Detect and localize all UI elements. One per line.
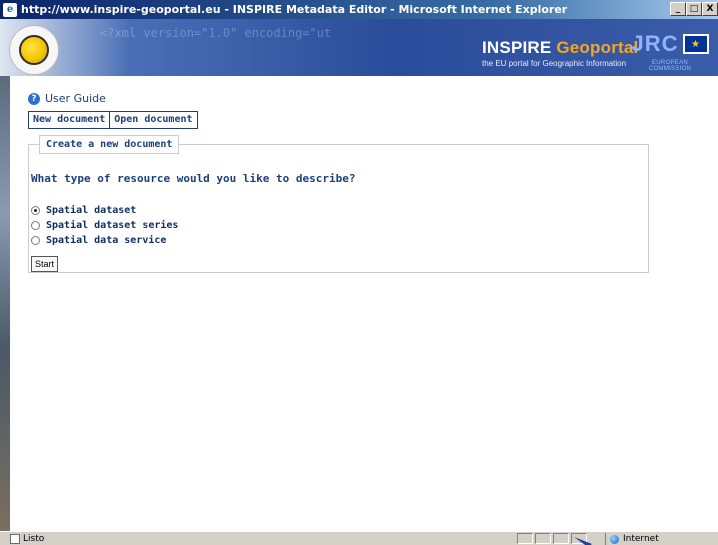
document-tabs: New document Open document (28, 111, 653, 129)
option-spatial-dataset-series[interactable]: Spatial dataset series (31, 218, 640, 233)
option-spatial-data-service[interactable]: Spatial data service (31, 233, 640, 248)
status-text: Listo (23, 533, 45, 544)
brand-subtitle: the EU portal for Geographic Information (482, 59, 627, 68)
create-document-panel: Create a new document What type of resou… (28, 135, 649, 273)
option-spatial-dataset[interactable]: Spatial dataset (31, 203, 640, 218)
window-title-bar: e http://www.inspire-geoportal.eu - INSP… (0, 0, 718, 19)
eu-flag-icon: ★ (682, 34, 709, 54)
status-cell (517, 533, 533, 544)
jrc-text: JRC (631, 31, 679, 56)
option-label: Spatial dataset series (46, 220, 179, 231)
inspire-logo-emblem (19, 35, 49, 65)
security-zone: Internet (605, 533, 718, 545)
create-document-legend: Create a new document (39, 135, 180, 154)
radio-spatial-dataset[interactable] (31, 206, 40, 215)
cursor-arrow-icon (574, 537, 592, 545)
radio-spatial-data-service[interactable] (31, 236, 40, 245)
help-icon: ? (28, 92, 40, 105)
maximize-button[interactable]: □ (686, 2, 702, 16)
new-document-button[interactable]: New document (28, 111, 111, 129)
status-bar: Listo Internet (0, 531, 718, 545)
open-document-button[interactable]: Open document (110, 111, 198, 129)
option-label: Spatial data service (46, 235, 167, 246)
site-banner: <?xml version="1.0" encoding="ut INSPIRE… (0, 19, 718, 76)
page-icon (10, 533, 20, 544)
status-cell (535, 533, 551, 544)
globe-icon (610, 534, 619, 544)
brand-title: INSPIRE Geoportal (482, 38, 638, 58)
inspire-logo (9, 25, 59, 75)
minimize-button[interactable]: _ (670, 2, 686, 16)
resource-type-question: What type of resource would you like to … (31, 172, 356, 185)
brand-inspire: INSPIRE (482, 38, 552, 57)
window-controls: _ □ X (670, 2, 718, 16)
user-guide-label: User Guide (45, 92, 106, 105)
close-button[interactable]: X (702, 2, 718, 16)
status-cell (553, 533, 569, 544)
radio-spatial-dataset-series[interactable] (31, 221, 40, 230)
left-edge-strip (0, 76, 10, 531)
zone-text: Internet (623, 534, 659, 544)
window-title: http://www.inspire-geoportal.eu - INSPIR… (21, 3, 568, 16)
user-guide-link[interactable]: ? User Guide (28, 92, 653, 105)
option-label: Spatial dataset (46, 205, 137, 216)
resource-type-options: Spatial dataset Spatial dataset series S… (31, 203, 640, 248)
start-button[interactable]: Start (31, 256, 59, 272)
brand-geoportal: Geoportal (556, 38, 639, 57)
internet-explorer-icon: e (3, 2, 17, 17)
jrc-logo: JRC ★ EUROPEAN COMMISSION (630, 31, 710, 72)
brand: INSPIRE Geoportal the EU portal for Geog… (482, 38, 638, 68)
banner-xml-decoration: <?xml version="1.0" encoding="ut (100, 26, 332, 40)
main-content: ? User Guide New document Open document … (28, 92, 653, 273)
eu-commission-label: EUROPEAN COMMISSION (648, 60, 692, 72)
